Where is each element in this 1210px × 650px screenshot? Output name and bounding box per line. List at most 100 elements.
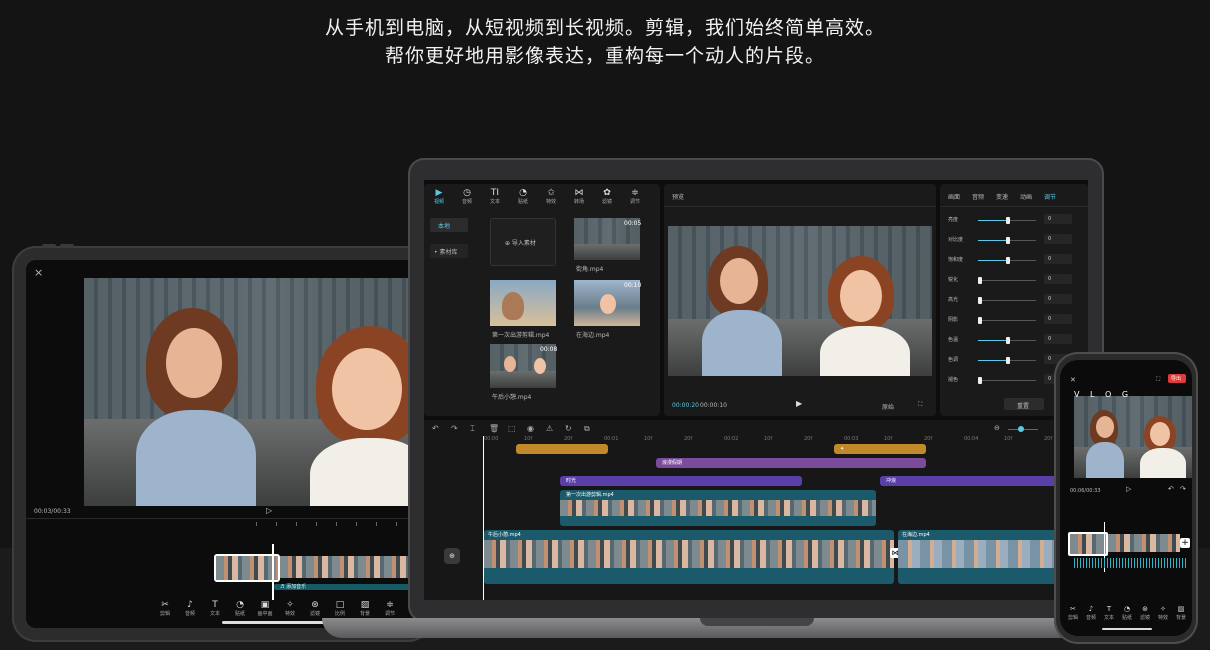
record-icon[interactable]: ◉ <box>527 424 534 433</box>
media-tab-5[interactable]: ⋈ 转场 <box>568 188 590 205</box>
media-tab-1[interactable]: ◷ 音频 <box>456 188 478 205</box>
adjust-slider-track[interactable] <box>978 280 1036 281</box>
tablet-tool-0[interactable]: ✂ 剪辑 <box>154 600 176 617</box>
ratio-select[interactable]: 原始 <box>882 402 894 411</box>
phone-tool-1[interactable]: ♪ 音频 <box>1082 604 1100 621</box>
text-clip[interactable] <box>516 444 608 454</box>
adjust-label: 色温 <box>948 337 959 343</box>
undo-icon[interactable]: ↶ <box>1168 485 1174 493</box>
adjust-slider-track[interactable] <box>978 300 1036 301</box>
fullscreen-icon[interactable]: ⛶ <box>918 401 922 409</box>
add-cover-button[interactable]: ⊕ <box>444 548 460 564</box>
media-tab-7[interactable]: ≑ 调节 <box>624 188 646 205</box>
tablet-tool-1[interactable]: ♪ 音频 <box>179 600 201 617</box>
fullscreen-icon[interactable]: ⛶ <box>1156 376 1160 384</box>
media-tab-2[interactable]: TI 文本 <box>484 188 506 205</box>
adjust-slider-knob[interactable] <box>1006 217 1010 224</box>
reset-button[interactable]: 重置 <box>1004 398 1044 410</box>
adjust-value-input[interactable]: 0 <box>1044 254 1072 264</box>
redo-icon[interactable]: ↷ <box>451 424 458 433</box>
adjust-value-input[interactable]: 0 <box>1044 214 1072 224</box>
close-icon[interactable]: ✕ <box>1070 376 1076 384</box>
phone-tool-3[interactable]: ◔ 贴纸 <box>1118 604 1136 621</box>
phone-tool-4[interactable]: ⊛ 滤镜 <box>1136 604 1154 621</box>
tablet-tool-4[interactable]: ▣ 画中画 <box>254 600 276 617</box>
zoom-out-icon[interactable]: ⊖ <box>994 424 1000 432</box>
adjust-slider-knob[interactable] <box>978 277 982 284</box>
ruler-tick: 20f <box>1044 436 1053 442</box>
phone-tool-5[interactable]: ✧ 特效 <box>1154 604 1172 621</box>
media-tab-6[interactable]: ✿ 滤镜 <box>596 188 618 205</box>
play-icon[interactable]: ▶ <box>796 399 802 408</box>
overlay-video-clip[interactable]: 第一次出游剪辑.mp4 <box>560 490 876 526</box>
media-tab-3[interactable]: ◔ 贴纸 <box>512 188 534 205</box>
adjust-tab-0[interactable]: 画面 <box>948 192 960 201</box>
adjust-slider-knob[interactable] <box>1006 257 1010 264</box>
phone-clip-selected[interactable] <box>1068 532 1108 556</box>
close-icon[interactable]: × <box>34 266 43 279</box>
adjust-value-input[interactable]: 0 <box>1044 294 1072 304</box>
tool-label: 背景 <box>1175 615 1186 621</box>
main-video-clip-1[interactable]: 午后小憩.mp4 <box>484 530 894 584</box>
text-clip-romantic[interactable]: 浪漫假期 <box>656 458 926 468</box>
sticker-clip[interactable]: ✦ <box>834 444 926 454</box>
tablet-tool-5[interactable]: ✧ 特效 <box>279 600 301 617</box>
tablet-tool-2[interactable]: T 文本 <box>204 600 226 617</box>
adjust-value-input[interactable]: 0 <box>1044 234 1072 244</box>
media-tab-0[interactable]: ▶ 视频 <box>428 188 450 205</box>
media-tab-4[interactable]: ✩ 特效 <box>540 188 562 205</box>
tablet-music-track[interactable]: ♬ 添加音乐 <box>274 584 420 590</box>
adjust-slider-track[interactable] <box>978 320 1036 321</box>
adjust-value-input[interactable]: 0 <box>1044 334 1072 344</box>
split-icon[interactable]: ⌶ <box>470 424 475 434</box>
freeze-icon[interactable]: ⬚ <box>508 424 516 433</box>
tablet-tool-9[interactable]: ≑ 调节 <box>379 600 401 617</box>
phone-timeline-clips[interactable] <box>1108 534 1180 552</box>
ruler-tick: 10f <box>764 436 773 442</box>
tablet-tool-3[interactable]: ◔ 贴纸 <box>229 600 251 617</box>
current-time: 00:00:20 <box>672 402 699 409</box>
tablet-tool-6[interactable]: ⊛ 滤镜 <box>304 600 326 617</box>
tablet-timeline-clip-selected[interactable] <box>214 554 280 582</box>
phone-add-clip-button[interactable]: + <box>1180 538 1190 548</box>
zoom-slider-knob[interactable] <box>1018 426 1024 432</box>
total-time: 00:00:10 <box>700 402 727 409</box>
play-icon[interactable]: ▷ <box>1126 485 1131 493</box>
hero-text: 从手机到电脑，从短视频到长视频。剪辑，我们始终简单高效。 帮你更好地用影像表达，… <box>0 14 1210 70</box>
effect-clip-time[interactable]: 时光 <box>560 476 802 486</box>
tablet-timeline-clips[interactable] <box>280 556 420 578</box>
media-nav-local[interactable]: 本地 <box>430 218 468 232</box>
reverse-icon[interactable]: ⚠ <box>546 424 553 433</box>
media-nav-library[interactable]: • 素材库 <box>430 244 468 258</box>
play-icon[interactable]: ▷ <box>266 506 272 515</box>
adjust-slider-knob[interactable] <box>1006 237 1010 244</box>
adjust-tab-1[interactable]: 音频 <box>972 192 984 201</box>
tablet-tool-8[interactable]: ▨ 背景 <box>354 600 376 617</box>
playhead[interactable] <box>272 544 274 600</box>
adjust-slider-knob[interactable] <box>978 297 982 304</box>
adjust-value-input[interactable]: 0 <box>1044 314 1072 324</box>
phone-tool-0[interactable]: ✂ 剪辑 <box>1064 604 1082 621</box>
adjust-tab-3[interactable]: 动画 <box>1020 192 1032 201</box>
phone-tool-6[interactable]: ▨ 背景 <box>1172 604 1190 621</box>
adjust-slider-knob[interactable] <box>978 317 982 324</box>
adjust-value-input[interactable]: 0 <box>1044 274 1072 284</box>
undo-icon[interactable]: ↶ <box>432 424 439 433</box>
adjust-slider-knob[interactable] <box>1006 357 1010 364</box>
phone-tool-2[interactable]: T 文本 <box>1100 604 1118 621</box>
media-thumb-trip[interactable] <box>490 280 556 326</box>
adjust-tab-2[interactable]: 变速 <box>996 192 1008 201</box>
delete-icon[interactable]: 🗑 <box>489 424 499 433</box>
tablet-tool-7[interactable]: □ 比例 <box>329 600 351 617</box>
import-button[interactable]: ⊕ 导入素材 <box>490 218 556 266</box>
redo-icon[interactable]: ↷ <box>1180 485 1186 493</box>
adjust-tab-4[interactable]: 调节 <box>1044 192 1056 201</box>
adjust-slider-track[interactable] <box>978 380 1036 381</box>
adjust-slider-knob[interactable] <box>978 377 982 384</box>
adjust-slider-knob[interactable] <box>1006 337 1010 344</box>
tab-label: 滤镜 <box>601 199 612 205</box>
crop-icon[interactable]: ⧉ <box>584 424 590 434</box>
export-button[interactable]: 导出 <box>1168 374 1186 383</box>
rotate-icon[interactable]: ↻ <box>565 424 572 433</box>
phone-audio-waveform[interactable] <box>1074 558 1188 568</box>
